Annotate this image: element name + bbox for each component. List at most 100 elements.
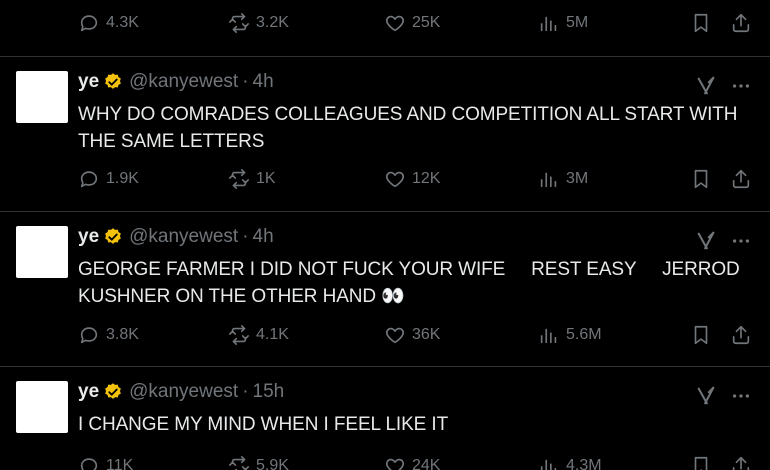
views-count: 3M — [566, 170, 589, 187]
reply-button[interactable]: 3.8K — [78, 324, 139, 346]
reply-icon — [78, 324, 100, 346]
display-name[interactable]: ye — [78, 71, 99, 93]
user-handle[interactable]: @kanyewest — [129, 381, 238, 403]
timestamp[interactable]: 15h — [253, 381, 285, 403]
reply-count: 4.3K — [106, 14, 139, 31]
reply-button[interactable]: 11K — [78, 455, 133, 470]
repost-icon — [228, 455, 250, 470]
views-count: 5.6M — [566, 326, 602, 343]
share-icon — [730, 324, 752, 346]
tweet-header: ye @kanyewest · 4h — [78, 226, 274, 248]
views-button[interactable]: 3M — [538, 168, 588, 190]
like-count: 25K — [412, 14, 441, 31]
like-button[interactable]: 24K — [384, 455, 440, 470]
tweet-header: ye @kanyewest · 4h — [78, 71, 274, 93]
user-handle[interactable]: @kanyewest — [129, 71, 238, 93]
like-icon — [384, 168, 406, 190]
repost-button[interactable]: 4.1K — [228, 324, 289, 346]
grok-icon[interactable] — [695, 230, 717, 252]
like-count: 12K — [412, 170, 441, 187]
tweet[interactable]: ye @kanyewest · 15h I CHANGE MY MIND WHE… — [0, 367, 770, 470]
repost-icon — [228, 168, 250, 190]
share-button[interactable] — [730, 168, 752, 190]
share-icon — [730, 168, 752, 190]
separator-dot: · — [242, 226, 249, 247]
top-tweet-actions: 4.3K 3.2K 25K 5M — [78, 12, 756, 42]
tweet-actions: 1.9K 1K 12K 3M — [78, 168, 756, 198]
separator-dot: · — [242, 71, 249, 92]
repost-count: 3.2K — [256, 14, 289, 31]
share-button[interactable] — [730, 12, 752, 34]
display-name[interactable]: ye — [78, 226, 99, 248]
bookmark-icon — [690, 12, 712, 34]
reply-count: 3.8K — [106, 326, 139, 343]
timestamp[interactable]: 4h — [253, 226, 274, 248]
views-icon — [538, 324, 560, 346]
share-button[interactable] — [730, 324, 752, 346]
bookmark-icon — [690, 455, 712, 470]
bookmark-button[interactable] — [690, 12, 712, 34]
grok-icon[interactable] — [695, 385, 717, 407]
grok-icon[interactable] — [695, 75, 717, 97]
bookmark-button[interactable] — [690, 168, 712, 190]
repost-count: 5.9K — [256, 457, 289, 470]
bookmark-button[interactable] — [690, 455, 712, 470]
like-count: 24K — [412, 457, 441, 470]
share-button[interactable] — [730, 455, 752, 470]
reply-icon — [78, 12, 100, 34]
views-count: 5M — [566, 14, 589, 31]
bookmark-icon — [690, 168, 712, 190]
separator-dot: · — [242, 381, 249, 402]
more-icon[interactable] — [730, 230, 752, 252]
repost-icon — [228, 12, 250, 34]
views-icon — [538, 168, 560, 190]
repost-button[interactable]: 3.2K — [228, 12, 289, 34]
views-button[interactable]: 5M — [538, 12, 588, 34]
display-name[interactable]: ye — [78, 381, 99, 403]
like-button[interactable]: 36K — [384, 324, 440, 346]
user-handle[interactable]: @kanyewest — [129, 226, 238, 248]
reply-button[interactable]: 4.3K — [78, 12, 139, 34]
like-button[interactable]: 12K — [384, 168, 440, 190]
verified-badge-icon — [105, 73, 121, 89]
reply-button[interactable]: 1.9K — [78, 168, 139, 190]
like-icon — [384, 455, 406, 470]
repost-button[interactable]: 1K — [228, 168, 276, 190]
avatar[interactable] — [16, 71, 68, 123]
views-count: 4.3M — [566, 457, 602, 470]
like-button[interactable]: 25K — [384, 12, 440, 34]
bookmark-icon — [690, 324, 712, 346]
bookmark-button[interactable] — [690, 324, 712, 346]
like-icon — [384, 12, 406, 34]
reply-icon — [78, 455, 100, 470]
tweet-header: ye @kanyewest · 15h — [78, 381, 284, 403]
tweet[interactable]: ye @kanyewest · 4h WHY DO COMRADES COLLE… — [0, 57, 770, 211]
avatar[interactable] — [16, 226, 68, 278]
more-icon[interactable] — [730, 385, 752, 407]
reply-count: 11K — [106, 457, 134, 470]
tweet-text: I CHANGE MY MIND WHEN I FEEL LIKE IT — [78, 414, 449, 435]
timestamp[interactable]: 4h — [253, 71, 274, 93]
views-icon — [538, 455, 560, 470]
share-icon — [730, 455, 752, 470]
tweet-actions: 3.8K 4.1K 36K 5.6M — [78, 324, 756, 354]
views-icon — [538, 12, 560, 34]
views-button[interactable]: 5.6M — [538, 324, 602, 346]
tweet-text: GEORGE FARMER I DID NOT FUCK YOUR WIFE R… — [78, 259, 745, 307]
tweet[interactable]: ye @kanyewest · 4h GEORGE FARMER I DID N… — [0, 212, 770, 366]
repost-count: 4.1K — [256, 326, 289, 343]
more-icon[interactable] — [730, 75, 752, 97]
like-icon — [384, 324, 406, 346]
like-count: 36K — [412, 326, 441, 343]
tweet-text: WHY DO COMRADES COLLEAGUES AND COMPETITI… — [78, 104, 743, 152]
reply-count: 1.9K — [106, 170, 139, 187]
verified-badge-icon — [105, 383, 121, 399]
verified-badge-icon — [105, 228, 121, 244]
reply-icon — [78, 168, 100, 190]
share-icon — [730, 12, 752, 34]
avatar[interactable] — [16, 381, 68, 433]
tweet-actions: 11K 5.9K 24K 4.3M — [78, 455, 756, 470]
repost-button[interactable]: 5.9K — [228, 455, 289, 470]
views-button[interactable]: 4.3M — [538, 455, 602, 470]
repost-count: 1K — [256, 170, 276, 187]
